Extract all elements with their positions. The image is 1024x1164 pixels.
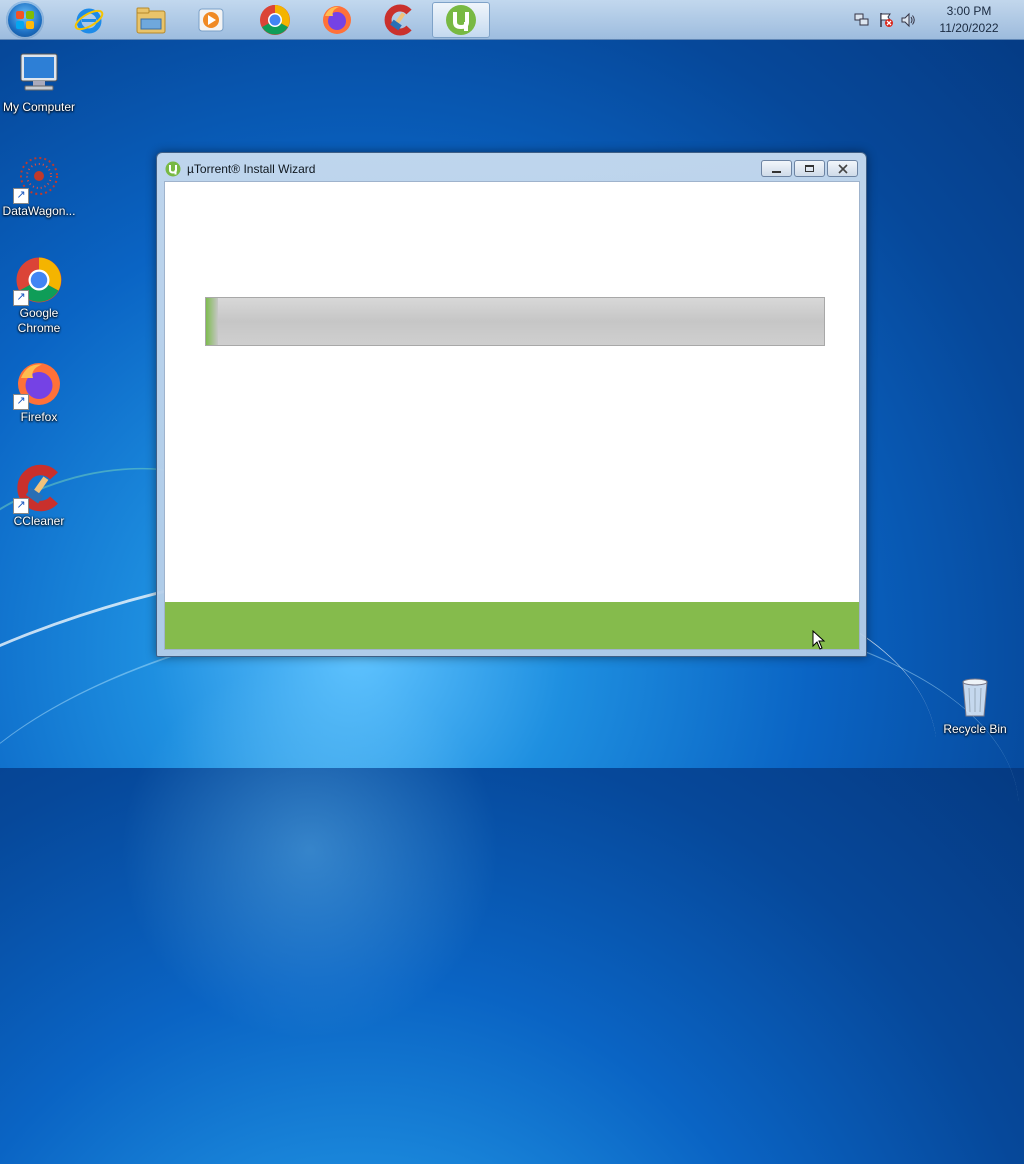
installer-footer-bar xyxy=(165,602,859,649)
desktop-icon-google-chrome[interactable]: ↗ Google Chrome xyxy=(0,256,78,336)
taskbar-utorrent-button[interactable] xyxy=(432,2,490,38)
installer-window: µTorrent® Install Wizard xyxy=(156,152,867,657)
desktop-icon-recycle-bin[interactable]: Recycle Bin xyxy=(936,672,1014,737)
desktop-icon-ccleaner[interactable]: ↗ CCleaner xyxy=(0,464,78,529)
shortcut-arrow-icon: ↗ xyxy=(13,290,29,306)
explorer-icon xyxy=(136,7,166,34)
taskbar: 3:00 PM 11/20/2022 xyxy=(0,0,1024,40)
chrome-icon xyxy=(260,5,290,35)
install-progress-fill xyxy=(206,298,219,345)
desktop-icon-my-computer[interactable]: My Computer xyxy=(0,50,78,115)
shortcut-arrow-icon: ↗ xyxy=(13,498,29,514)
desktop-icon-label: My Computer xyxy=(2,100,76,114)
ie-icon xyxy=(74,8,104,34)
window-title: µTorrent® Install Wizard xyxy=(187,162,316,176)
desktop-icon-label: Recycle Bin xyxy=(943,722,1007,736)
desktop-icon-label: CCleaner xyxy=(13,514,65,528)
minimize-icon xyxy=(772,170,781,173)
shortcut-arrow-icon: ↗ xyxy=(13,188,29,204)
shortcut-arrow-icon: ↗ xyxy=(13,394,29,410)
desktop-icon-label: Google Chrome xyxy=(17,306,61,335)
desktop-icon-datawagon[interactable]: ↗ DataWagon... xyxy=(0,154,78,219)
taskbar-chrome-button[interactable] xyxy=(252,2,298,38)
media-player-icon xyxy=(198,8,224,32)
clock[interactable]: 3:00 PM 11/20/2022 xyxy=(934,3,1004,37)
windows-logo-icon xyxy=(16,11,34,29)
action-center-flag-icon[interactable] xyxy=(878,12,894,28)
network-icon[interactable] xyxy=(854,12,870,28)
taskbar-media-player-button[interactable] xyxy=(188,2,234,38)
firefox-icon: ↗ xyxy=(13,360,63,410)
utorrent-icon xyxy=(446,5,476,35)
mouse-cursor-icon xyxy=(812,630,826,650)
ccleaner-icon: ↗ xyxy=(13,464,63,514)
firefox-icon xyxy=(323,6,351,34)
taskbar-ie-button[interactable] xyxy=(66,2,112,38)
wallpaper-glow xyxy=(120,660,500,1040)
install-progress-bar xyxy=(205,297,825,346)
taskbar-ccleaner-button[interactable] xyxy=(376,2,422,38)
close-icon xyxy=(837,163,848,174)
desktop-icon-label: DataWagon... xyxy=(2,204,76,218)
taskbar-explorer-button[interactable] xyxy=(128,2,174,38)
installer-content xyxy=(164,181,860,650)
ccleaner-icon xyxy=(384,4,412,36)
datawagon-icon: ↗ xyxy=(13,154,63,204)
desktop-icon-label: Firefox xyxy=(20,410,58,424)
clock-date: 11/20/2022 xyxy=(939,21,999,35)
maximize-button[interactable] xyxy=(794,160,825,177)
utorrent-icon xyxy=(165,161,181,177)
clock-time: 3:00 PM xyxy=(946,4,992,18)
computer-icon xyxy=(15,50,63,98)
close-button[interactable] xyxy=(827,160,858,177)
start-button[interactable] xyxy=(6,1,44,39)
recycle-bin-icon xyxy=(951,672,999,720)
window-titlebar[interactable]: µTorrent® Install Wizard xyxy=(157,153,866,181)
volume-icon[interactable] xyxy=(900,12,916,28)
system-tray: 3:00 PM 11/20/2022 xyxy=(854,0,1024,40)
chrome-icon: ↗ xyxy=(13,256,63,306)
desktop-icon-firefox[interactable]: ↗ Firefox xyxy=(0,360,78,425)
minimize-button[interactable] xyxy=(761,160,792,177)
maximize-icon xyxy=(805,165,814,172)
taskbar-firefox-button[interactable] xyxy=(314,2,360,38)
